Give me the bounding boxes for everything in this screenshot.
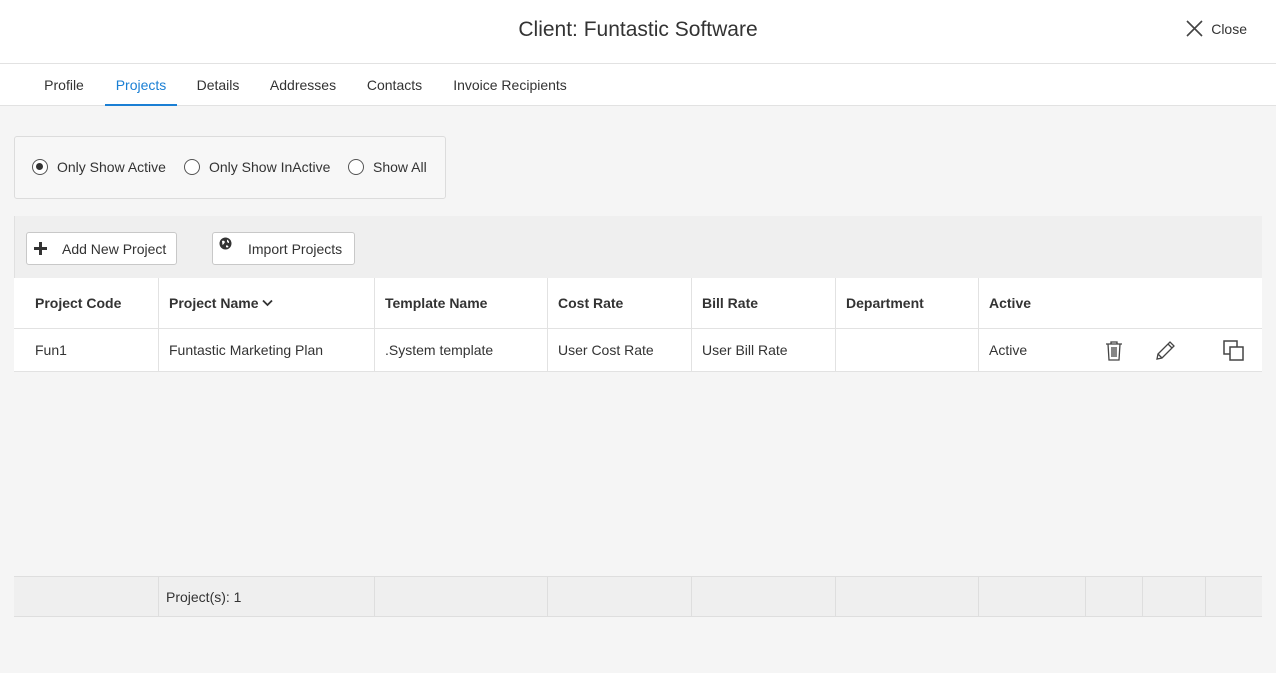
status-filter-group: Only Show Active Only Show InActive Show… — [14, 136, 446, 199]
dialog-header: Client: Funtastic Software Close — [0, 0, 1276, 64]
chevron-down-icon — [262, 299, 274, 307]
radio-unchecked-icon[interactable] — [184, 159, 200, 175]
cell-project-name: Funtastic Marketing Plan — [158, 329, 374, 371]
footer-cell — [1085, 577, 1142, 616]
radio-label: Only Show InActive — [209, 159, 331, 175]
column-header-bill-rate[interactable]: Bill Rate — [691, 278, 835, 328]
footer-cell — [1205, 577, 1262, 616]
close-icon — [1186, 20, 1203, 37]
tab-details[interactable]: Details — [188, 64, 248, 106]
radio-label: Only Show Active — [57, 159, 166, 175]
pencil-icon[interactable] — [1153, 339, 1177, 363]
project-count: Project(s): 1 — [158, 577, 374, 616]
projects-table: Project Code Project Name Template Name … — [14, 278, 1262, 372]
footer-cell — [835, 577, 978, 616]
import-projects-label: Import Projects — [248, 240, 343, 257]
column-header-cost-rate[interactable]: Cost Rate — [547, 278, 691, 328]
footer-cell — [691, 577, 835, 616]
add-new-project-button[interactable]: Add New Project — [26, 232, 177, 265]
grid-toolbar: Add New Project Import Projects — [14, 216, 1262, 278]
radio-only-show-inactive[interactable]: Only Show InActive — [184, 159, 330, 175]
cell-template-name: .System template — [374, 329, 547, 371]
column-header-project-name[interactable]: Project Name — [158, 278, 374, 328]
column-header-template-name[interactable]: Template Name — [374, 278, 547, 328]
radio-only-show-active[interactable]: Only Show Active — [32, 159, 166, 175]
close-label: Close — [1211, 20, 1247, 37]
globe-icon — [219, 237, 232, 250]
column-header-label: Project Name — [169, 295, 259, 311]
footer-cell — [374, 577, 547, 616]
cell-project-code: Fun1 — [35, 342, 67, 358]
import-projects-button[interactable]: Import Projects — [212, 232, 355, 265]
tab-bar: Profile Projects Details Addresses Conta… — [0, 64, 1276, 106]
radio-label: Show All — [373, 159, 427, 175]
tab-profile[interactable]: Profile — [34, 64, 94, 106]
footer-cell — [978, 577, 1085, 616]
tab-addresses[interactable]: Addresses — [262, 64, 344, 106]
radio-unchecked-icon[interactable] — [348, 159, 364, 175]
page-title: Client: Funtastic Software — [518, 18, 758, 41]
add-new-project-label: Add New Project — [62, 240, 167, 257]
column-header-department[interactable]: Department — [835, 278, 978, 328]
tab-invoice-recipients[interactable]: Invoice Recipients — [445, 64, 575, 106]
footer-cell — [1142, 577, 1205, 616]
cell-cost-rate: User Cost Rate — [547, 329, 691, 371]
cell-active: Active — [978, 329, 1088, 371]
radio-show-all[interactable]: Show All — [348, 159, 427, 175]
copy-icon[interactable] — [1222, 339, 1246, 363]
footer-cell — [14, 577, 158, 616]
cell-department — [835, 329, 978, 371]
table-row[interactable]: Fun1 Funtastic Marketing Plan .System te… — [14, 329, 1262, 372]
tab-contacts[interactable]: Contacts — [358, 64, 431, 106]
table-footer: Project(s): 1 — [14, 576, 1262, 617]
table-header-row: Project Code Project Name Template Name … — [14, 278, 1262, 329]
radio-checked-icon[interactable] — [32, 159, 48, 175]
footer-cell — [547, 577, 691, 616]
close-button[interactable]: Close — [1186, 20, 1247, 37]
tab-projects[interactable]: Projects — [105, 64, 177, 106]
column-header-active[interactable]: Active — [978, 278, 1262, 328]
cell-bill-rate: User Bill Rate — [691, 329, 835, 371]
column-header-project-code[interactable]: Project Code — [14, 278, 158, 328]
plus-icon — [34, 242, 47, 255]
trash-icon[interactable] — [1102, 339, 1126, 363]
